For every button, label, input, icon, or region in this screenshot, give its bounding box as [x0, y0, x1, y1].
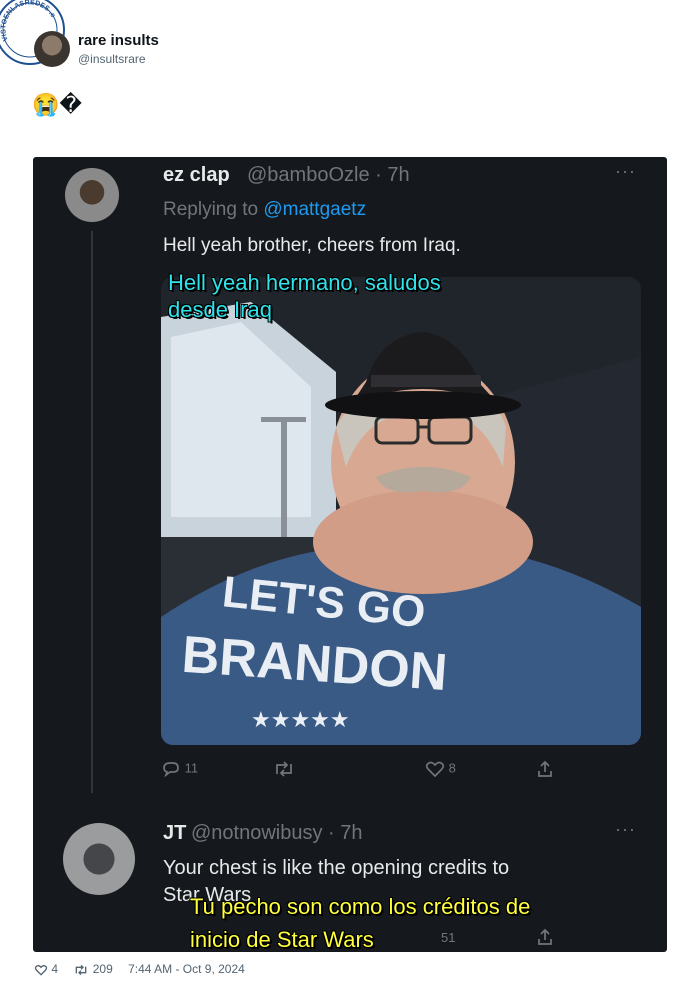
replying-to: Replying to @mattgaetz: [163, 199, 366, 221]
reply2-author-handle: @notnowibusy · 7h: [191, 822, 363, 844]
footer-retweet[interactable]: 209: [73, 962, 122, 976]
replying-mention: @mattgaetz: [263, 199, 367, 220]
caption-2-line-1: Tu pecho son como los créditos de: [190, 894, 531, 919]
footer-retweet-count: 209: [92, 962, 113, 976]
caption-1-line-2: desde Iraq: [168, 297, 272, 322]
caption-2-line-2: inicio de Star Wars: [190, 927, 374, 952]
selfie-photo: LET'S GO BRANDON ★★★★★: [161, 277, 641, 745]
reply-author-handle: @bamboOzle · 7h: [247, 164, 410, 186]
reply-action: 11: [161, 760, 198, 778]
share-icon: [538, 760, 552, 777]
more-icon: ···: [615, 161, 636, 181]
author-handle[interactable]: @insultsrare: [78, 52, 146, 66]
like-count: 8: [448, 760, 456, 776]
reply2-share-action: [536, 928, 554, 946]
retweet-icon-footer: [76, 964, 87, 975]
author-name[interactable]: rare insults: [78, 32, 159, 49]
reply-author-name: ez clap: [163, 164, 230, 186]
author-avatar[interactable]: [34, 31, 70, 67]
share-action: [536, 760, 554, 778]
heart-icon: [425, 761, 445, 778]
thread-line: [91, 231, 93, 793]
heart-icon-footer: [34, 964, 48, 976]
caption-1-line-1: Hell yeah hermano, saludos: [168, 270, 441, 295]
reply-avatar: [65, 168, 119, 222]
share-icon-2: [538, 928, 552, 945]
reply-count: 11: [184, 760, 199, 776]
reply-icon: [163, 762, 179, 778]
footer-timestamp[interactable]: 7:44 AM - Oct 9, 2024: [128, 962, 245, 976]
footer-like-count: 4: [51, 962, 59, 976]
reply2-author-name: JT: [163, 822, 187, 844]
footer-like[interactable]: 4: [34, 962, 67, 976]
reply2-text-line-1: Your chest is like the opening credits t…: [163, 857, 510, 879]
reply2-avatar: [63, 823, 135, 895]
reply-text: Hell yeah brother, cheers from Iraq.: [163, 235, 461, 256]
embedded-screenshot: ez clap @bamboOzle · 7h ··· Replying to …: [33, 157, 667, 952]
svg-text:★★★★★: ★★★★★: [251, 708, 350, 733]
retweet-action: [273, 760, 295, 778]
replying-prefix: Replying to: [163, 199, 259, 220]
more-icon-2: ···: [615, 819, 636, 839]
caption-translation-2: Tu pecho son como los créditos de inicio…: [190, 890, 530, 952]
like-action: 8: [425, 760, 456, 778]
tweet-footer: 4 209 7:44 AM - Oct 9, 2024: [34, 962, 251, 976]
tweet-text: 😭�: [32, 92, 82, 117]
caption-translation-1: Hell yeah hermano, saludos desde Iraq: [168, 269, 441, 323]
retweet-icon: [276, 761, 292, 777]
